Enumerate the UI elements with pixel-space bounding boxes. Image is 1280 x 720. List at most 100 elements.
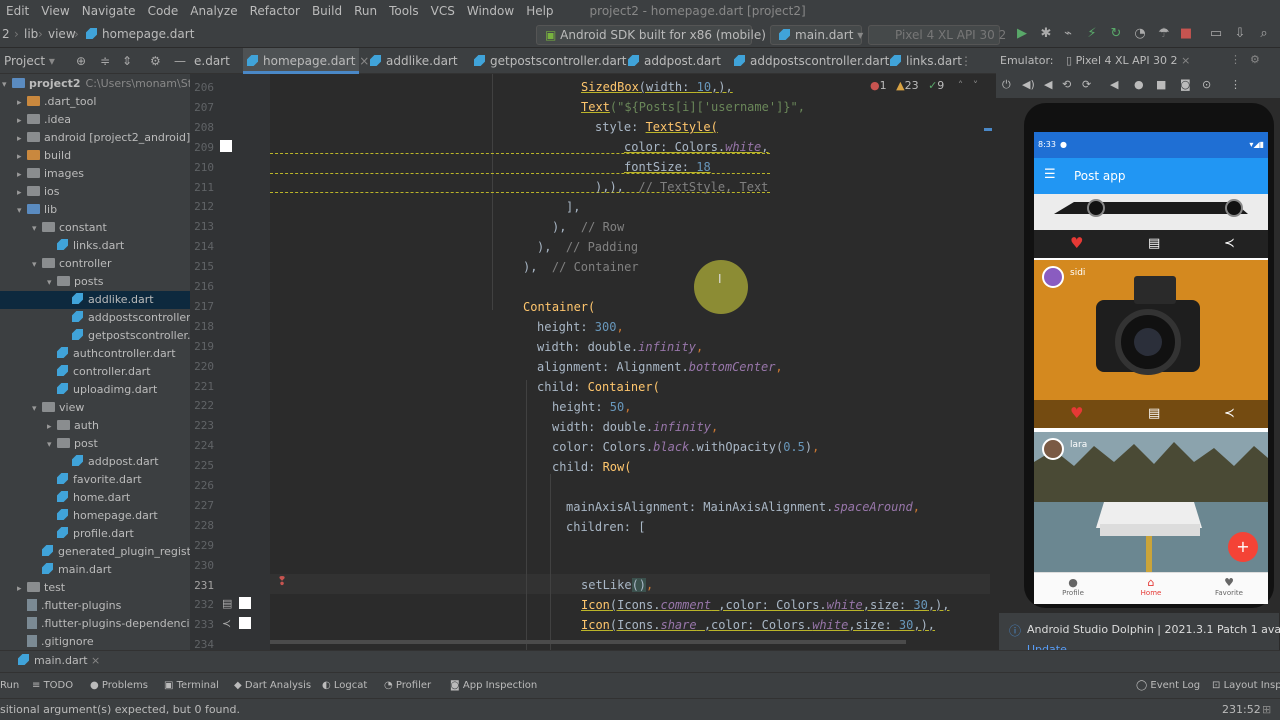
tree-item[interactable]: ▸ .dart_tool bbox=[0, 93, 190, 111]
tool-todo[interactable]: ≡ TODO bbox=[32, 680, 73, 691]
profile-icon[interactable]: ◔ bbox=[1132, 26, 1148, 42]
hot-restart-icon[interactable]: ↻ bbox=[1108, 26, 1124, 42]
tree-item[interactable]: ▾ project2 C:\Users\monam\StudioPr bbox=[0, 75, 190, 93]
rotate-left-icon[interactable]: ⟲ bbox=[1062, 78, 1071, 91]
inspection-widget[interactable]: ●1 ▲23 ✓9 ˄ ˅ bbox=[870, 79, 978, 92]
chevron-down-icon[interactable]: ▾ bbox=[2, 76, 12, 94]
tree-item[interactable]: favorite.dart bbox=[0, 471, 190, 489]
attach-icon[interactable]: ⌁ bbox=[1060, 26, 1076, 42]
volume-down-icon[interactable]: ◀ bbox=[1044, 78, 1052, 91]
chevron-up-icon[interactable]: ˄ bbox=[958, 79, 964, 92]
tool-logcat[interactable]: ◐ Logcat bbox=[322, 680, 367, 691]
menu-build[interactable]: Build bbox=[306, 4, 348, 18]
stop-icon[interactable]: ■ bbox=[1178, 26, 1194, 42]
avatar[interactable] bbox=[1042, 438, 1064, 460]
menu-view[interactable]: View bbox=[35, 4, 75, 18]
tree-item[interactable]: ▸ ios bbox=[0, 183, 190, 201]
run-config-select[interactable]: main.dart ▾ bbox=[770, 25, 863, 45]
coverage-icon[interactable]: ☂ bbox=[1156, 26, 1172, 42]
locate-icon[interactable]: ⊕ bbox=[72, 48, 90, 74]
tree-item[interactable]: .flutter-plugins-dependencies bbox=[0, 615, 190, 633]
tree-item[interactable]: getpostscontroller.dart bbox=[0, 327, 190, 345]
tree-item[interactable]: authcontroller.dart bbox=[0, 345, 190, 363]
run-tab[interactable]: main.dart × bbox=[18, 654, 100, 667]
share-icon[interactable]: ≺ bbox=[1224, 236, 1235, 251]
tree-item[interactable]: ▾ posts bbox=[0, 273, 190, 291]
error-bulb-icon[interactable]: ❢ bbox=[277, 574, 287, 588]
collapse-icon[interactable]: ≑ bbox=[96, 48, 114, 74]
tree-item[interactable]: main.dart bbox=[0, 561, 190, 579]
code-editor[interactable]: 206 207 208 209 210 211 212 213 214 215 216 217 218 2… bbox=[190, 74, 996, 650]
tree-item[interactable]: ▸ .idea bbox=[0, 111, 190, 129]
tree-item[interactable]: .gitignore bbox=[0, 633, 190, 650]
tree-item[interactable]: ▸ test bbox=[0, 579, 190, 597]
breadcrumb-root[interactable]: 2 bbox=[2, 27, 10, 41]
chevron-right-icon[interactable]: ▸ bbox=[17, 184, 27, 202]
overview-icon[interactable]: ■ bbox=[1156, 78, 1166, 91]
tree-item[interactable]: generated_plugin_registrant.d bbox=[0, 543, 190, 561]
tree-item[interactable]: ▸ images bbox=[0, 165, 190, 183]
close-icon[interactable]: × bbox=[1181, 54, 1190, 67]
chevron-down-icon[interactable]: ˅ bbox=[973, 79, 979, 92]
chevron-right-icon[interactable]: ▸ bbox=[47, 418, 57, 436]
nav-favorite[interactable]: ♥ Favorite bbox=[1190, 576, 1268, 597]
menu-analyze[interactable]: Analyze bbox=[184, 4, 243, 18]
like-heart-icon[interactable]: ♥ bbox=[1070, 404, 1083, 422]
volume-up-icon[interactable]: ◀) bbox=[1022, 78, 1035, 91]
tree-item[interactable]: ▾ lib bbox=[0, 201, 190, 219]
breadcrumb-view[interactable]: view bbox=[48, 27, 76, 41]
tool-project-label[interactable]: Project ▾ bbox=[0, 48, 55, 74]
tree-item[interactable]: ▸ build bbox=[0, 147, 190, 165]
avatar[interactable] bbox=[1042, 266, 1064, 288]
tree-item[interactable]: addpostscontroller.dart bbox=[0, 309, 190, 327]
menu-edit[interactable]: Edit bbox=[0, 4, 35, 18]
camera-icon[interactable]: ◙ bbox=[1180, 78, 1191, 91]
settings-icon[interactable]: ⚙ bbox=[1250, 53, 1260, 66]
tool-problems[interactable]: ● Problems bbox=[90, 680, 148, 691]
color-preview-swatch[interactable] bbox=[220, 140, 232, 152]
emulator-device-tab[interactable]: ▯ Pixel 4 XL API 30 2 × bbox=[1066, 54, 1190, 67]
chevron-down-icon[interactable]: ▾ bbox=[47, 436, 57, 454]
snapshot-icon[interactable]: ⊙ bbox=[1202, 78, 1211, 91]
menu-tools[interactable]: Tools bbox=[383, 4, 425, 18]
lock-icon[interactable]: ⊞ bbox=[1262, 703, 1271, 716]
color-preview-swatch[interactable] bbox=[239, 597, 251, 609]
chevron-right-icon[interactable]: ▸ bbox=[17, 130, 27, 148]
back-icon[interactable]: ◀ bbox=[1110, 78, 1118, 91]
tab-links-dart[interactable]: links.dart bbox=[886, 48, 966, 74]
expand-icon[interactable]: ⇕ bbox=[118, 48, 136, 74]
chevron-down-icon[interactable]: ▾ bbox=[32, 400, 42, 418]
tree-item[interactable]: ▾ view bbox=[0, 399, 190, 417]
breadcrumb-file[interactable]: homepage.dart bbox=[86, 27, 194, 41]
hot-reload-icon[interactable]: ⚡ bbox=[1084, 26, 1100, 42]
tool-event-log[interactable]: ◯ Event Log bbox=[1136, 680, 1200, 691]
tab-addpost-dart[interactable]: addpost.dart bbox=[624, 48, 725, 74]
menu-icon[interactable]: ☰ bbox=[1044, 167, 1056, 182]
gear-icon[interactable]: ⚙ bbox=[146, 48, 165, 74]
menu-window[interactable]: Window bbox=[461, 4, 520, 18]
menu-vcs[interactable]: VCS bbox=[425, 4, 461, 18]
menu-navigate[interactable]: Navigate bbox=[76, 4, 142, 18]
tree-item[interactable]: .flutter-plugins bbox=[0, 597, 190, 615]
run-icon[interactable]: ▶ bbox=[1014, 26, 1030, 42]
tree-item[interactable]: ▾ post bbox=[0, 435, 190, 453]
tree-item[interactable]: ▾ constant bbox=[0, 219, 190, 237]
add-post-fab[interactable]: + bbox=[1228, 532, 1258, 562]
tab-e-dart[interactable]: e.dart bbox=[190, 48, 234, 74]
tool-run[interactable]: Run bbox=[0, 680, 19, 691]
tree-item[interactable]: links.dart bbox=[0, 237, 190, 255]
tool-dart-analysis[interactable]: ◆ Dart Analysis bbox=[234, 680, 311, 691]
sdk-manager-icon[interactable]: ⇩ bbox=[1232, 26, 1248, 42]
nav-profile[interactable]: ● Profile bbox=[1034, 576, 1112, 597]
tree-item[interactable]: homepage.dart bbox=[0, 507, 190, 525]
debug-icon[interactable]: ✱ bbox=[1038, 26, 1054, 42]
tab-getpostscontroller-dart[interactable]: getpostscontroller.dart bbox=[470, 48, 630, 74]
menu-code[interactable]: Code bbox=[142, 4, 185, 18]
tab-homepage-dart[interactable]: homepage.dart × bbox=[243, 48, 369, 74]
chevron-right-icon[interactable]: ▸ bbox=[17, 112, 27, 130]
chevron-right-icon[interactable]: ▸ bbox=[17, 580, 27, 598]
tree-item[interactable]: addpost.dart bbox=[0, 453, 190, 471]
tree-item[interactable]: uploadimg.dart bbox=[0, 381, 190, 399]
tree-item[interactable]: home.dart bbox=[0, 489, 190, 507]
chevron-down-icon[interactable]: ▾ bbox=[32, 256, 42, 274]
